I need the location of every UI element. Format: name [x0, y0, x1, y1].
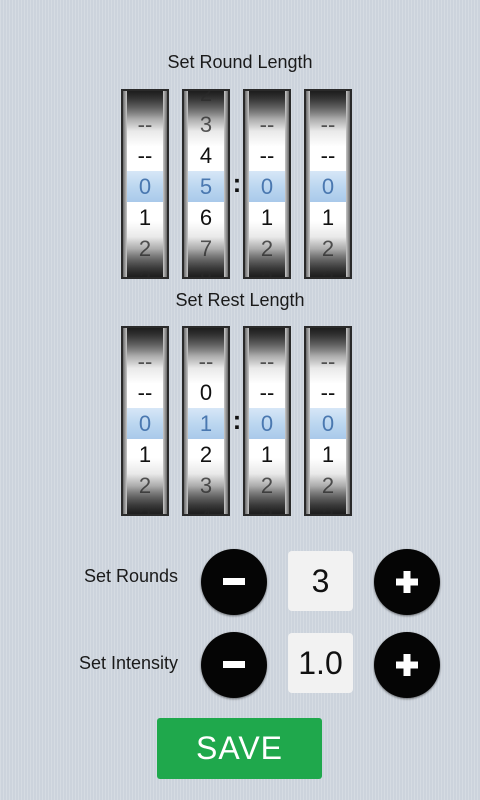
- wheel-item-selected: 1: [199, 411, 213, 436]
- rest-length-title: Set Rest Length: [175, 290, 305, 310]
- wheel-item: 2: [138, 473, 152, 498]
- wheel-item: 3: [306, 501, 350, 514]
- intensity-increase-button[interactable]: [374, 632, 440, 698]
- plus-icon: [396, 571, 418, 593]
- plus-icon: [396, 654, 418, 676]
- wheel-item: --: [137, 112, 153, 137]
- rounds-increase-button[interactable]: [374, 549, 440, 615]
- wheel-item: --: [259, 380, 275, 405]
- intensity-value: 1.0: [288, 633, 353, 693]
- wheel-item: 3: [123, 501, 167, 514]
- wheel-item: 3: [245, 501, 289, 514]
- wheel-item: 1: [260, 442, 274, 467]
- wheel-item-selected: 0: [260, 411, 274, 436]
- intensity-decrease-button[interactable]: [201, 632, 267, 698]
- wheel-item: 2: [321, 473, 335, 498]
- wheel-item: 1: [138, 205, 152, 230]
- wheel-item-selected: 0: [138, 411, 152, 436]
- wheel-item: 2: [199, 442, 213, 467]
- save-button[interactable]: SAVE: [157, 718, 322, 779]
- wheel-item: 3: [123, 264, 167, 277]
- wheel-item: 3: [306, 264, 350, 277]
- wheel-item: 3: [199, 112, 213, 137]
- rest-minutes-tens-wheel[interactable]: -- -- 0 1 2 3: [121, 326, 169, 516]
- rounds-value: 3: [288, 551, 353, 611]
- wheel-item: --: [320, 380, 336, 405]
- wheel-item: --: [259, 143, 275, 168]
- wheel-item: 6: [199, 205, 213, 230]
- round-minutes-tens-wheel[interactable]: -- -- 0 1 2 3: [121, 89, 169, 279]
- minus-icon: [223, 661, 245, 668]
- round-length-title: Set Round Length: [167, 52, 313, 72]
- wheel-item: 2: [321, 236, 335, 261]
- wheel-item: --: [137, 349, 153, 374]
- set-rounds-label: Set Rounds: [83, 566, 178, 586]
- wheel-item: 4: [184, 501, 228, 514]
- wheel-item: --: [259, 112, 275, 137]
- wheel-item: --: [320, 143, 336, 168]
- wheel-item-selected: 0: [321, 411, 335, 436]
- wheel-item: 0: [199, 380, 213, 405]
- wheel-item: 2: [260, 473, 274, 498]
- rest-length-picker: -- -- 0 1 2 3 -- 0 1 2 3 4 : -- -- 0 1 2…: [121, 326, 352, 516]
- wheel-item: 4: [199, 143, 213, 168]
- wheel-item: --: [198, 349, 214, 374]
- wheel-item: --: [320, 349, 336, 374]
- round-length-picker: -- -- 0 1 2 3 2 3 4 5 6 7 8 : -- -- 0 1 …: [121, 89, 352, 279]
- wheel-item-selected: 5: [199, 174, 213, 199]
- rest-seconds-tens-wheel[interactable]: -- -- 0 1 2 3: [243, 326, 291, 516]
- wheel-item: 8: [184, 264, 228, 277]
- wheel-item: 1: [321, 205, 335, 230]
- wheel-item: 1: [260, 205, 274, 230]
- rounds-decrease-button[interactable]: [201, 549, 267, 615]
- wheel-item-selected: 0: [138, 174, 152, 199]
- wheel-item: --: [137, 143, 153, 168]
- round-minutes-ones-wheel[interactable]: 2 3 4 5 6 7 8: [182, 89, 230, 279]
- wheel-item: --: [137, 380, 153, 405]
- wheel-item: 1: [138, 442, 152, 467]
- minus-icon: [223, 578, 245, 585]
- wheel-item: 2: [138, 236, 152, 261]
- wheel-item: 3: [199, 473, 213, 498]
- rest-minutes-ones-wheel[interactable]: -- 0 1 2 3 4: [182, 326, 230, 516]
- wheel-item: --: [259, 349, 275, 374]
- round-seconds-ones-wheel[interactable]: -- -- 0 1 2 3: [304, 89, 352, 279]
- rest-seconds-ones-wheel[interactable]: -- -- 0 1 2 3: [304, 326, 352, 516]
- wheel-item: 2: [260, 236, 274, 261]
- round-seconds-tens-wheel[interactable]: -- -- 0 1 2 3: [243, 89, 291, 279]
- wheel-item-selected: 0: [321, 174, 335, 199]
- wheel-item: 1: [321, 442, 335, 467]
- wheel-item: 3: [245, 264, 289, 277]
- wheel-item-selected: 0: [260, 174, 274, 199]
- wheel-item: 7: [199, 236, 213, 261]
- wheel-item: --: [320, 112, 336, 137]
- wheel-item: 2: [199, 89, 213, 106]
- set-intensity-label: Set Intensity: [78, 653, 178, 673]
